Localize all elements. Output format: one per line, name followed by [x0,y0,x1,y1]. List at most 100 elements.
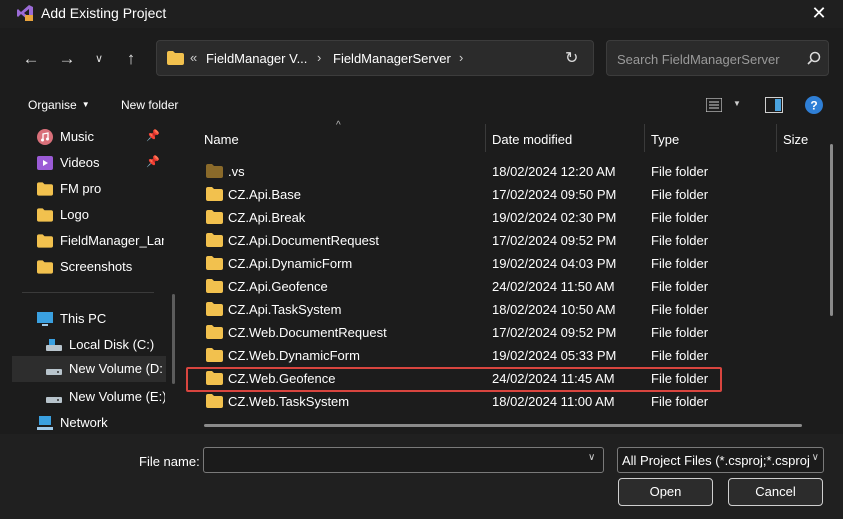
file-date: 17/02/2024 09:52 PM [492,325,617,340]
file-name: CZ.Api.DocumentRequest [228,233,380,248]
folder-icon [206,302,223,316]
title-bar: Add Existing Project ✕ [0,0,843,28]
column-separator[interactable] [776,124,777,152]
folder-icon [206,348,223,362]
file-row[interactable]: CZ.Api.Break 19/02/2024 02:30 PM File fo… [186,206,826,229]
column-header-type[interactable]: Type [651,132,679,147]
column-separator[interactable] [644,124,645,152]
drive-icon [46,369,62,375]
column-header-name[interactable]: Name [204,132,239,147]
sidebar-item-label: Music [60,129,94,144]
sidebar-item-local-disk-c[interactable]: Local Disk (C:) [10,332,166,358]
file-date: 18/02/2024 11:00 AM [492,394,615,409]
file-row[interactable]: CZ.Web.DocumentRequest 17/02/2024 09:52 … [186,321,826,344]
preview-pane-icon[interactable] [765,97,783,113]
horizontal-scrollbar[interactable] [204,424,802,427]
file-name-chevron-down-icon[interactable]: ∨ [588,452,595,463]
close-icon[interactable]: ✕ [809,3,829,24]
file-row[interactable]: CZ.Api.Base 17/02/2024 09:50 PM File fol… [186,183,826,206]
file-row[interactable]: CZ.Api.Geofence 24/02/2024 11:50 AM File… [186,275,826,298]
sidebar-item-music[interactable]: Music 📌 [10,124,166,150]
search-icon[interactable] [807,51,821,65]
sidebar-scrollbar[interactable] [172,294,175,384]
view-options-icon[interactable] [706,98,722,112]
file-row[interactable]: CZ.Api.TaskSystem 18/02/2024 10:50 AM Fi… [186,298,826,321]
command-bar: Organise ▼ New folder ▼ ? [0,90,843,120]
up-icon[interactable]: ↑ [120,48,142,70]
chevron-down-icon: ∨ [809,452,819,463]
file-name: CZ.Web.TaskSystem [228,394,350,409]
file-date: 19/02/2024 05:33 PM [492,348,617,363]
file-name-input[interactable] [203,447,604,473]
sidebar-item-label: Network [60,415,108,430]
folder-icon [167,51,184,65]
file-type-filter[interactable]: All Project Files (*.csproj;*.csproj ∨ [617,447,824,473]
file-date: 19/02/2024 04:03 PM [492,256,617,271]
file-row[interactable]: CZ.Web.TaskSystem 18/02/2024 11:00 AM Fi… [186,390,826,413]
file-name: CZ.Api.TaskSystem [228,302,342,317]
back-icon[interactable]: ← [20,48,42,70]
help-icon[interactable]: ? [805,96,823,114]
sidebar-item-screenshots[interactable]: Screenshots [10,254,166,280]
breadcrumb-fieldmanager[interactable]: FieldManager V... [206,51,307,66]
file-row[interactable]: CZ.Web.DynamicForm 19/02/2024 05:33 PM F… [186,344,826,367]
file-list: ^ Name Date modified Type Size .vs 18/02… [186,120,838,430]
file-type: File folder [651,325,709,340]
svg-text:?: ? [810,99,817,113]
column-header-date[interactable]: Date modified [492,132,572,147]
address-overflow[interactable]: « [190,50,197,65]
file-type: File folder [651,279,709,294]
search-box[interactable]: Search FieldManagerServer [606,40,829,76]
drive-icon [46,339,62,351]
organise-menu[interactable]: Organise ▼ [28,98,90,112]
sidebar-item-logo[interactable]: Logo [10,202,166,228]
column-separator[interactable] [485,124,486,152]
address-bar[interactable]: « FieldManager V... › FieldManagerServer… [156,40,594,76]
folder-icon [206,256,223,270]
vertical-scrollbar[interactable] [830,144,833,316]
pin-icon: 📌 [146,130,160,142]
file-name: CZ.Api.Base [228,187,301,202]
file-row[interactable]: CZ.Api.DynamicForm 19/02/2024 04:03 PM F… [186,252,826,275]
file-row[interactable]: .vs 18/02/2024 12:20 AM File folder [186,160,826,183]
sidebar-item-this-pc[interactable]: This PC [10,306,166,332]
open-button[interactable]: Open [618,478,713,506]
sidebar-item-label: FieldManager_Lar [60,233,164,248]
drive-icon [46,397,62,403]
recent-locations-chevron-icon[interactable]: ∨ [88,48,110,70]
videos-icon [37,156,53,170]
sidebar-item-fm-pro[interactable]: FM pro [10,176,166,202]
sidebar-item-fieldmanager-lar[interactable]: FieldManager_Lar [10,228,166,254]
sidebar-item-network[interactable]: Network [10,410,166,436]
forward-icon[interactable]: → [56,48,78,70]
sidebar-item-videos[interactable]: Videos 📌 [10,150,166,176]
file-type: File folder [651,210,709,225]
refresh-icon[interactable]: ↻ [565,48,578,68]
folder-icon [37,234,53,248]
music-icon [37,129,53,145]
sidebar-item-label: Local Disk (C:) [69,337,155,352]
file-name: CZ.Api.Geofence [228,279,328,294]
sidebar-item-label: Videos [60,155,100,170]
column-header-size[interactable]: Size [783,132,808,147]
folder-icon [206,325,223,339]
highlight-annotation [186,367,722,392]
folder-icon [37,260,53,274]
sidebar-item-label: Logo [60,207,89,222]
visual-studio-icon [17,5,33,21]
file-date: 24/02/2024 11:50 AM [492,279,615,294]
chevron-right-icon[interactable]: › [317,50,321,65]
organise-label: Organise [28,98,77,112]
breadcrumb-fieldmanagerserver[interactable]: FieldManagerServer [333,51,451,66]
file-type: File folder [651,302,709,317]
search-placeholder[interactable]: Search FieldManagerServer [617,52,780,67]
view-chevron-down-icon[interactable]: ▼ [733,99,741,108]
sidebar-item-new-volume-d[interactable]: New Volume (D: [12,356,166,382]
sidebar-item-new-volume-e[interactable]: New Volume (E:) [10,384,166,410]
folder-icon [206,187,223,201]
file-row[interactable]: CZ.Api.DocumentRequest 17/02/2024 09:52 … [186,229,826,252]
chevron-right-icon[interactable]: › [459,50,463,65]
new-folder-button[interactable]: New folder [121,98,178,112]
window-title: Add Existing Project [41,5,167,21]
cancel-button[interactable]: Cancel [728,478,823,506]
